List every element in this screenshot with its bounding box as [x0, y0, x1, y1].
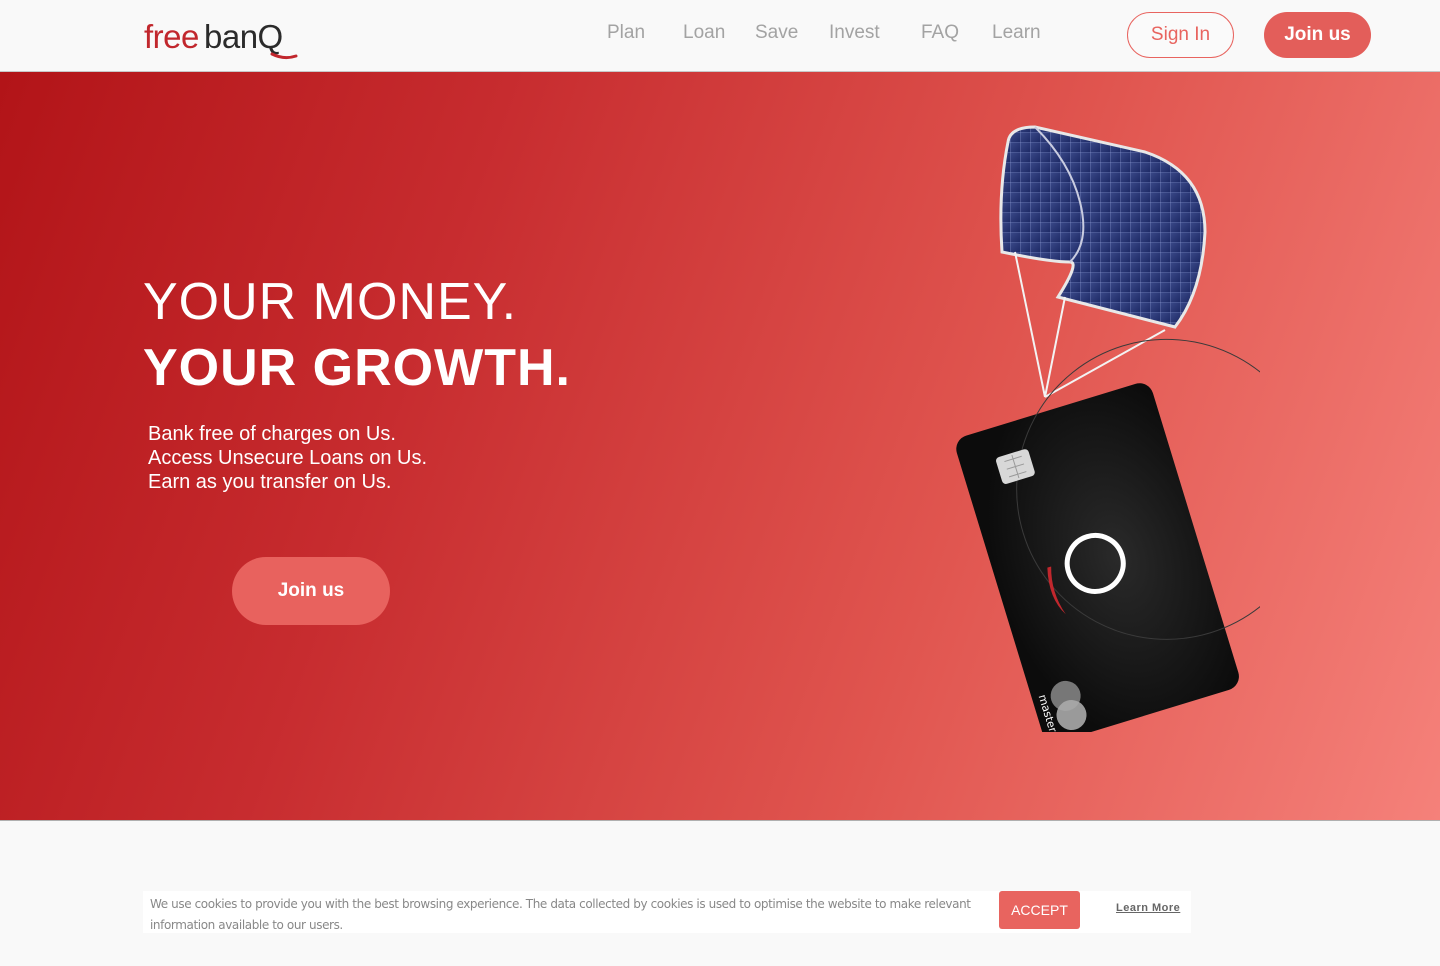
- freebanq-logo[interactable]: free banQ: [144, 14, 304, 60]
- logo-swoosh-icon: [270, 52, 298, 60]
- hero-subtext: Bank free of charges on Us. Access Unsec…: [148, 422, 427, 494]
- card-parachute-illustration: mastercard: [956, 125, 1260, 732]
- cookie-message: We use cookies to provide you with the b…: [150, 897, 971, 932]
- hero-section: YOUR MONEY. YOUR GROWTH. Bank free of ch…: [0, 72, 1440, 821]
- site-header: free banQ Plan Loan Save Invest FAQ Lear…: [0, 0, 1440, 72]
- nav-item-learn[interactable]: Learn: [992, 22, 1041, 44]
- solar-panel-icon: [999, 125, 1207, 329]
- hero-headline-line2: YOUR GROWTH.: [143, 339, 571, 397]
- accept-cookies-button[interactable]: ACCEPT: [999, 891, 1080, 929]
- join-us-header-button[interactable]: Join us: [1264, 12, 1371, 58]
- hero-headline-line1: YOUR MONEY.: [143, 273, 518, 331]
- nav-item-save[interactable]: Save: [755, 22, 798, 44]
- sign-in-button[interactable]: Sign In: [1127, 12, 1234, 58]
- nav-item-plan[interactable]: Plan: [607, 22, 645, 44]
- join-us-hero-button[interactable]: Join us: [232, 557, 390, 625]
- nav-item-loan[interactable]: Loan: [683, 22, 725, 44]
- nav-item-faq[interactable]: FAQ: [921, 22, 959, 44]
- learn-more-link[interactable]: Learn More: [1116, 902, 1180, 914]
- hero-subtext-line: Earn as you transfer on Us.: [148, 471, 392, 493]
- hero-subtext-line: Access Unsecure Loans on Us.: [148, 447, 428, 469]
- cookie-banner: We use cookies to provide you with the b…: [143, 891, 1191, 933]
- hero-subtext-line: Bank free of charges on Us.: [148, 423, 396, 445]
- nav-item-invest[interactable]: Invest: [829, 22, 880, 44]
